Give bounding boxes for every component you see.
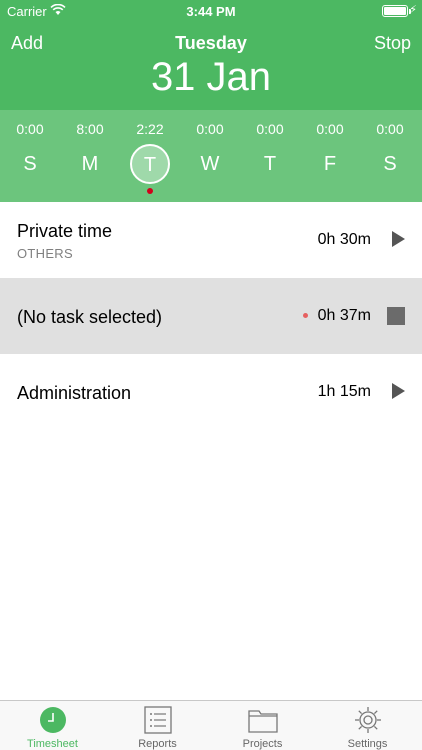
day-tuesday[interactable]: 2:22 T bbox=[120, 110, 180, 202]
day-name: Tuesday bbox=[175, 33, 247, 53]
tab-label: Timesheet bbox=[27, 738, 78, 750]
play-icon[interactable] bbox=[392, 231, 405, 247]
task-duration: 1h 15m bbox=[317, 383, 371, 400]
day-letter: S bbox=[383, 153, 397, 175]
week-strip: 0:00 S 8:00 M 2:22 T 0:00 W 0:00 T 0:00 … bbox=[0, 110, 422, 202]
day-letter: S bbox=[23, 153, 37, 175]
task-row-private-time[interactable]: Private time OTHERS 0h 30m bbox=[0, 202, 422, 278]
today-indicator-dot bbox=[147, 188, 153, 194]
tab-label: Reports bbox=[138, 738, 177, 750]
play-icon[interactable] bbox=[392, 383, 405, 399]
header: Carrier 3:44 PM ⚡ Add Tuesday Stop 31 Ja… bbox=[0, 0, 422, 110]
task-project: OTHERS bbox=[17, 246, 73, 261]
tab-projects[interactable]: Projects bbox=[210, 701, 315, 750]
task-title: Private time bbox=[17, 221, 113, 241]
day-sunday[interactable]: 0:00 S bbox=[0, 110, 60, 202]
tab-label: Projects bbox=[242, 738, 283, 750]
tab-label: Settings bbox=[347, 738, 388, 750]
folder-icon bbox=[248, 710, 278, 733]
task-row-running[interactable]: (No task selected) 0h 37m bbox=[0, 278, 422, 354]
recording-dot-icon bbox=[303, 313, 308, 318]
date-title: 31 Jan bbox=[150, 55, 272, 99]
day-total: 0:00 bbox=[376, 121, 404, 137]
gear-icon bbox=[355, 707, 381, 733]
task-row-administration[interactable]: Administration 1h 15m bbox=[0, 354, 422, 430]
tab-timesheet[interactable]: Timesheet bbox=[0, 701, 105, 750]
day-letter: F bbox=[323, 153, 337, 175]
day-thursday[interactable]: 0:00 T bbox=[240, 110, 300, 202]
day-letter: W bbox=[200, 153, 220, 175]
status-bar: Carrier 3:44 PM ⚡ bbox=[0, 0, 422, 22]
day-total: 2:22 bbox=[136, 121, 164, 137]
status-time: 3:44 PM bbox=[186, 4, 236, 19]
stop-button[interactable]: Stop bbox=[374, 33, 411, 54]
day-total: 0:00 bbox=[196, 121, 224, 137]
tab-reports[interactable]: Reports bbox=[105, 701, 210, 750]
day-total: 0:00 bbox=[316, 121, 344, 137]
day-letter: M bbox=[81, 153, 99, 175]
clock-icon bbox=[40, 707, 66, 733]
day-monday[interactable]: 8:00 M bbox=[60, 110, 120, 202]
charging-icon: ⚡ bbox=[409, 4, 417, 16]
stop-icon[interactable] bbox=[387, 307, 405, 325]
task-title: (No task selected) bbox=[17, 307, 163, 327]
day-letter-selected: T bbox=[130, 144, 170, 184]
day-wednesday[interactable]: 0:00 W bbox=[180, 110, 240, 202]
day-letter: T bbox=[263, 153, 277, 175]
list-icon bbox=[144, 706, 172, 734]
task-duration: 0h 37m bbox=[317, 307, 371, 324]
tab-bar: Timesheet Reports Projects Settings bbox=[0, 700, 422, 750]
battery-icon bbox=[382, 5, 411, 17]
task-title: Administration bbox=[17, 383, 132, 403]
day-friday[interactable]: 0:00 F bbox=[300, 110, 360, 202]
task-duration: 0h 30m bbox=[317, 231, 371, 248]
tab-settings[interactable]: Settings bbox=[315, 701, 420, 750]
day-saturday[interactable]: 0:00 S bbox=[360, 110, 420, 202]
day-total: 0:00 bbox=[256, 121, 284, 137]
day-total: 8:00 bbox=[76, 121, 104, 137]
day-total: 0:00 bbox=[16, 121, 44, 137]
